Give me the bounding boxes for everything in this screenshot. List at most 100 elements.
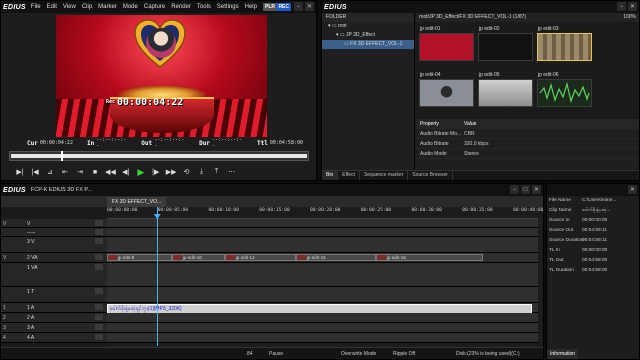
track-toggle-icon[interactable] [95,288,103,294]
folder-jp-3d-effect[interactable]: ▾ ▭ JP 3D_Effect [322,31,414,40]
info-close-icon[interactable]: ✕ [628,185,637,194]
player-scrubber[interactable] [9,151,309,161]
menu-item-mode[interactable]: Mode [123,4,138,10]
set-out-icon[interactable]: |◀ [30,167,40,177]
overwrite-icon[interactable]: ⤒ [212,167,222,177]
timeline-cursor[interactable] [156,207,158,346]
track-toggle-icon[interactable] [95,314,103,320]
time-ruler[interactable]: 00:00:00:00 00:00:05:00 00:00:10:00 00:00:1… [107,207,543,219]
timeline-video-clip[interactable]: jp edit-10 [171,254,225,261]
menu-item-file[interactable]: File [31,4,41,10]
menu-item-help[interactable]: Help [245,4,257,10]
folder-root[interactable]: ▾ ▭ root [322,22,414,31]
menu-item-render[interactable]: Render [171,4,191,10]
track-patch[interactable]: V [3,221,6,227]
close-icon[interactable]: ✕ [305,2,314,11]
scrub-handle[interactable] [60,151,63,161]
timeline-video-clip[interactable]: jp edit-15 [295,254,376,261]
timeline-close-icon[interactable]: ✕ [532,185,541,194]
track-patch[interactable]: 2 [3,315,6,321]
track-header[interactable]: 1 VA [1,263,107,287]
rewind-icon[interactable]: ◀◀ [105,167,116,177]
track-header[interactable]: ----- [1,228,107,237]
timeline-minimize-icon[interactable]: − [510,185,519,194]
player-menu-icon[interactable]: ⋯ [227,167,237,177]
menu-item-clip[interactable]: Clip [82,4,92,10]
minimize-icon[interactable]: − [294,2,303,11]
track-patch[interactable]: 1 [3,305,6,311]
play-icon[interactable]: ▶ [136,167,146,177]
menu-item-settings[interactable]: Settings [217,4,239,10]
set-in-icon[interactable]: ▶| [15,167,25,177]
track-header[interactable]: 1 1 A [1,303,107,313]
track-lane[interactable] [107,237,538,253]
preview-monitor[interactable]: Rec 00:00:04:22 [56,15,267,137]
stop-icon[interactable]: ■ [90,167,100,177]
loop-icon[interactable]: ⟲ [182,167,192,177]
tab-bin[interactable]: Bin [322,171,339,180]
track-patch[interactable]: 4 [3,335,6,341]
track-lane[interactable] [107,333,538,343]
track-toggle-icon[interactable] [95,334,103,340]
track-toggle-icon[interactable] [95,264,103,270]
menu-item-tools[interactable]: Tools [197,4,211,10]
insert-icon[interactable]: ⤓ [197,167,207,177]
bin-zoom[interactable]: 100% [623,13,636,22]
bin-minimize-icon[interactable]: − [617,2,626,11]
track-lane[interactable]: ခေါက်ခိုးနဲ့မဆုံချင်ဘူး(1)[MP3_320K] [107,303,538,314]
track-lane[interactable] [107,323,538,333]
menu-item-marker[interactable]: Marker [98,4,117,10]
menu-item-edit[interactable]: Edit [47,4,57,10]
track-toggle-icon[interactable] [95,229,103,235]
clip-thumbnail[interactable]: jp edit-01 [419,25,474,63]
track-header[interactable]: 3 3 A [1,323,107,333]
track-lane[interactable] [107,219,538,228]
clip-thumbnail[interactable]: jp edit-06 [537,71,592,109]
timeline-video-clip[interactable]: jp edit-16 [375,254,483,261]
clip-frame [376,255,386,260]
track-toggle-icon[interactable] [95,324,103,330]
track-header[interactable]: VV [1,219,107,228]
track-header[interactable]: 1 T [1,287,107,303]
track-lane[interactable] [107,228,538,237]
track-lane[interactable] [107,287,538,303]
track-header[interactable]: 2 2 A [1,313,107,323]
clip-thumbnail[interactable]: jp edit-04 [419,71,474,109]
track-toggle-icon[interactable] [95,304,103,310]
step-back-icon[interactable]: ◀| [121,167,131,177]
tab-effect[interactable]: Effect [338,171,360,180]
timeline-video-clip[interactable]: jp edit-13 [224,254,296,261]
track-lane[interactable]: jp edit-8 jp edit-10 jp edit-13 jp edit-15 j… [107,253,538,263]
clip-thumbnail[interactable]: jp edit-02 [478,25,533,63]
clip-thumbnail[interactable]: jp edit-05 [478,71,533,109]
rec-badge[interactable]: REC [276,3,291,11]
property-row: Audio Mode Stereo [416,149,639,159]
track-lane[interactable] [107,263,538,287]
fast-forward-icon[interactable]: ▶▶ [166,167,177,177]
track-header[interactable]: 3 V [1,237,107,253]
set-mark-icon[interactable]: ⊿ [45,167,55,177]
track-lane[interactable] [107,313,538,323]
timeline-video-clip[interactable]: jp edit-8 [107,254,172,261]
track-toggle-icon[interactable] [95,254,103,260]
folder-fx-3d-effect-vol-1[interactable]: ▭ FX 3D EFFECT_VOL-1 [322,40,414,49]
menu-item-view[interactable]: View [63,4,76,10]
tab-source-browser[interactable]: Source Browser [408,171,453,180]
track-header[interactable]: V 2 VA [1,253,107,263]
track-toggle-icon[interactable] [95,220,103,226]
sequence-tab[interactable]: FX 3D EFFECT_VO... [107,197,167,207]
track-header[interactable]: 4 4 A [1,333,107,343]
tab-information[interactable]: Information [547,349,579,359]
menu-item-capture[interactable]: Capture [144,4,165,10]
track-patch[interactable]: V [3,255,6,261]
bin-close-icon[interactable]: ✕ [628,2,637,11]
go-in-icon[interactable]: ⇤ [60,167,70,177]
step-forward-icon[interactable]: |▶ [151,167,161,177]
plr-badge[interactable]: PLR [263,3,277,11]
timeline-maximize-icon[interactable]: □ [521,185,530,194]
tab-sequence-marker[interactable]: Sequence marker [360,171,409,180]
go-out-icon[interactable]: ⇥ [75,167,85,177]
clip-thumbnail[interactable]: jp edit-03 [537,25,592,63]
track-patch[interactable]: 3 [3,325,6,331]
track-toggle-icon[interactable] [95,238,103,244]
